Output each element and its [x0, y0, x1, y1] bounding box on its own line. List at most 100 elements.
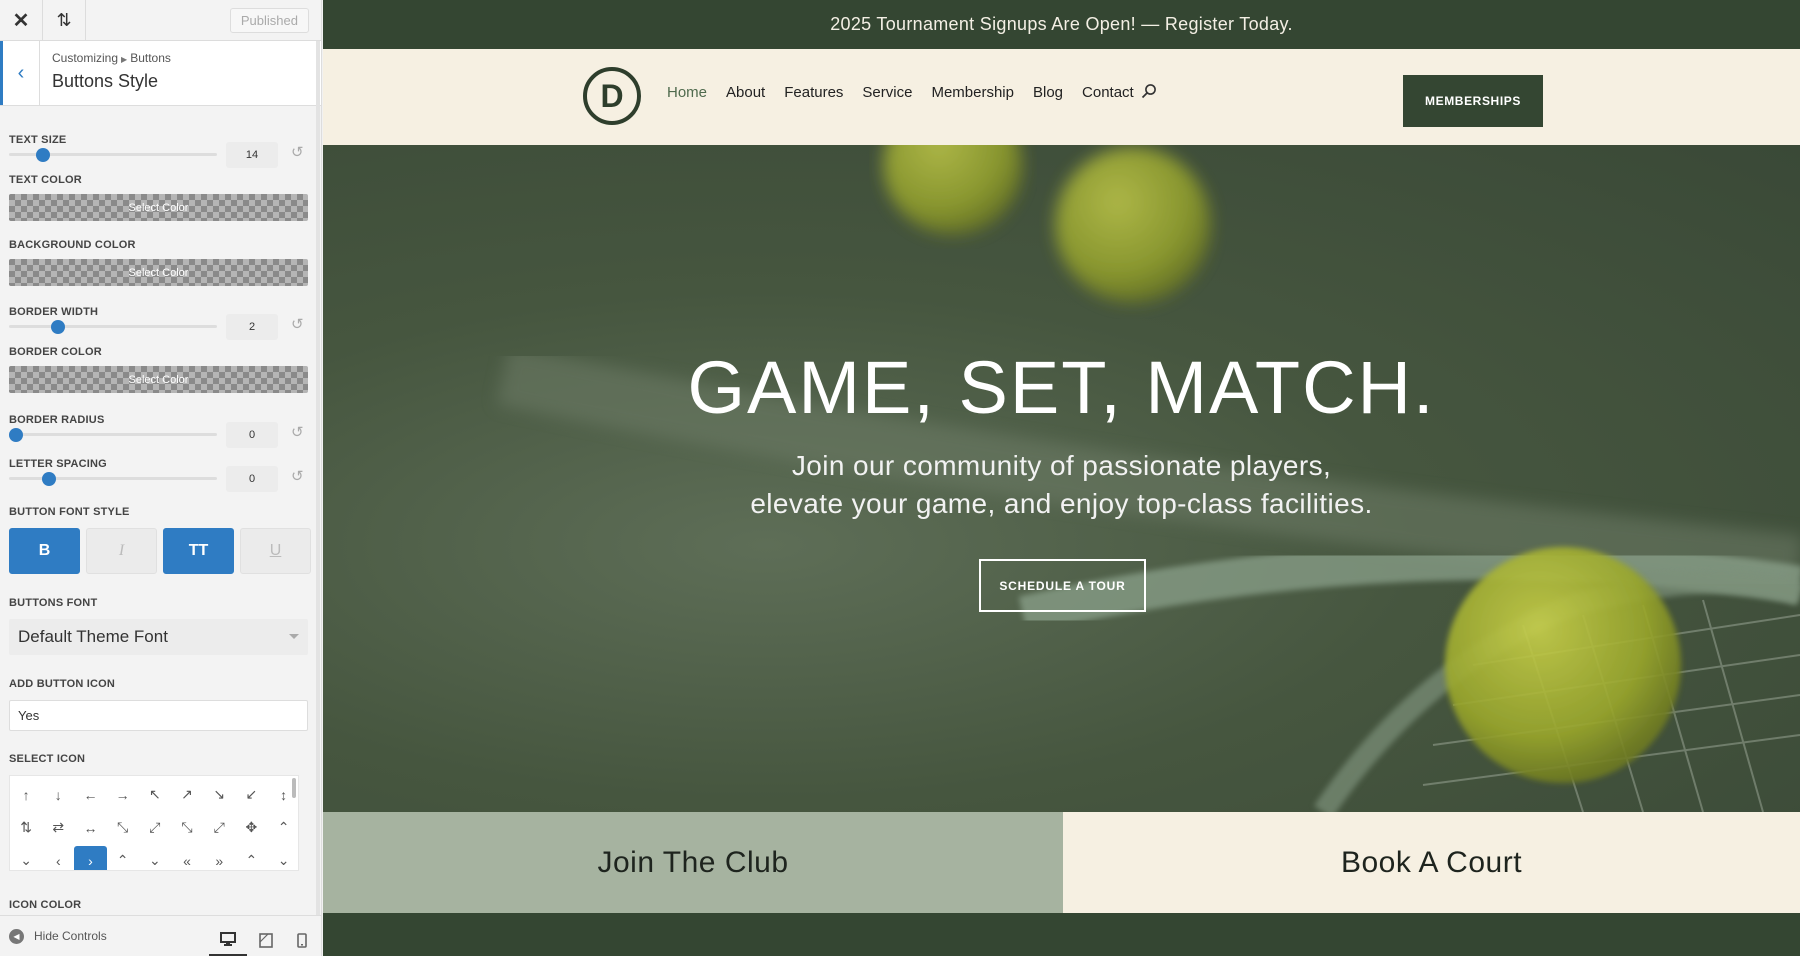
- add-icon-label: Add Button Icon: [9, 678, 116, 690]
- add-icon-select[interactable]: Yes: [9, 700, 308, 731]
- reset-icon[interactable]: ↺: [291, 315, 304, 333]
- breadcrumb: Customizing ▶ Buttons: [52, 51, 171, 65]
- icon-option[interactable]: «: [171, 844, 203, 870]
- footer-strip: [323, 913, 1800, 956]
- font-style-buttons: B I TT U: [9, 528, 312, 574]
- icon-option[interactable]: ↑: [10, 778, 42, 811]
- icon-option[interactable]: ⤢: [139, 811, 171, 844]
- bottom-bar: ◀ Hide Controls: [0, 915, 321, 956]
- icon-cells: ↑ ↓ ← → ↖ ↗ ↘ ↙ ↕ ⇅ ⇄ ↔ ⤡ ⤢ ⤡ ⤢ ✥ ⌃ ⌄ ‹ › ⌃ ⌄ «» ⌃ ⌄: [10, 776, 299, 870]
- icon-option-selected[interactable]: ›: [74, 846, 107, 870]
- nav-link-service[interactable]: Service: [862, 84, 912, 101]
- icon-option[interactable]: ↔: [74, 811, 106, 844]
- icon-option[interactable]: ✥: [235, 811, 267, 844]
- icon-option[interactable]: ‹: [42, 844, 74, 870]
- border-width-input[interactable]: 2: [226, 314, 278, 340]
- text-size-label: Text Size: [9, 134, 67, 146]
- border-width-slider[interactable]: [9, 320, 217, 334]
- icon-option[interactable]: ↙: [235, 778, 267, 811]
- slider-thumb[interactable]: [36, 148, 51, 162]
- slider-thumb[interactable]: [42, 472, 57, 486]
- tablet-icon: [259, 933, 273, 948]
- back-button[interactable]: ‹: [0, 41, 40, 105]
- bold-toggle[interactable]: B: [9, 528, 80, 574]
- nav-link-blog[interactable]: Blog: [1033, 84, 1063, 101]
- italic-toggle[interactable]: I: [86, 528, 157, 574]
- book-court-cta[interactable]: Book A Court: [1063, 812, 1800, 913]
- sort-button[interactable]: ⇅: [43, 0, 86, 41]
- icon-grid-scrollbar[interactable]: [292, 778, 296, 798]
- close-icon: ✕: [12, 9, 30, 32]
- sort-arrows-icon: ⇅: [56, 9, 72, 30]
- text-color-control: Text Color Select Color: [9, 174, 312, 221]
- icon-option[interactable]: ⌄: [139, 844, 171, 870]
- close-button[interactable]: ✕: [0, 0, 43, 41]
- icon-option[interactable]: ⤡: [171, 811, 203, 844]
- desktop-icon: [220, 932, 236, 946]
- section-title: Buttons Style: [52, 71, 159, 91]
- buttons-font-label: Buttons Font: [9, 597, 98, 609]
- search-icon: [1141, 84, 1156, 99]
- text-size-slider[interactable]: [9, 148, 217, 162]
- select-icon-label: Select Icon: [9, 753, 86, 765]
- tablet-preview-button[interactable]: [247, 924, 285, 956]
- schedule-tour-button[interactable]: SCHEDULE A TOUR: [979, 559, 1146, 612]
- icon-option[interactable]: ⌃: [107, 844, 139, 870]
- desktop-preview-button[interactable]: [209, 924, 247, 956]
- nav-link-about[interactable]: About: [726, 84, 765, 101]
- slider-thumb[interactable]: [50, 320, 65, 334]
- underline-toggle[interactable]: U: [240, 528, 311, 574]
- main-nav: Home About Features Service Membership B…: [667, 84, 1134, 101]
- hero-section: GAME, SET, MATCH. Join our community of …: [323, 145, 1800, 812]
- published-button[interactable]: Published: [229, 8, 309, 33]
- breadcrumb-item: Buttons: [130, 51, 171, 65]
- join-club-cta[interactable]: Join The Club: [323, 812, 1063, 913]
- nav-link-contact[interactable]: Contact: [1082, 84, 1134, 101]
- site-header: D Home About Features Service Membership…: [323, 49, 1800, 145]
- hero-subtitle-line: Join our community of passionate players…: [791, 450, 1332, 481]
- mobile-icon: [297, 933, 307, 948]
- memberships-button[interactable]: MEMBERSHIPS: [1403, 75, 1543, 127]
- icon-option[interactable]: ↖: [139, 778, 171, 811]
- letter-spacing-input[interactable]: 0: [226, 466, 278, 492]
- letter-spacing-slider[interactable]: [9, 472, 217, 486]
- reset-icon[interactable]: ↺: [291, 467, 304, 485]
- letter-spacing-label: Letter Spacing: [9, 458, 107, 470]
- nav-link-membership[interactable]: Membership: [931, 84, 1014, 101]
- caret-right-icon: ▶: [121, 55, 128, 64]
- icon-option[interactable]: ⌄: [10, 844, 42, 870]
- hide-controls-button[interactable]: Hide Controls: [34, 929, 107, 943]
- icon-option[interactable]: »: [203, 844, 235, 870]
- buttons-font-select[interactable]: Default Theme Font: [9, 619, 308, 655]
- text-color-picker[interactable]: Select Color: [9, 194, 308, 221]
- sidebar-scrollbar[interactable]: [316, 41, 320, 921]
- icon-option[interactable]: →: [107, 778, 139, 811]
- icon-option[interactable]: ↘: [203, 778, 235, 811]
- nav-link-home[interactable]: Home: [667, 84, 707, 101]
- hide-controls-icon[interactable]: ◀: [9, 928, 24, 944]
- search-button[interactable]: [1141, 83, 1157, 104]
- icon-option[interactable]: ⌃: [235, 844, 267, 870]
- icon-option[interactable]: ⇅: [10, 811, 42, 844]
- icon-option[interactable]: ⤡: [107, 811, 139, 844]
- icon-option[interactable]: ⤢: [203, 811, 235, 844]
- icon-option[interactable]: ⌄: [268, 844, 299, 870]
- chevron-left-icon: ‹: [17, 61, 25, 84]
- select-icon-control: Select Icon ↑ ↓ ← → ↖ ↗ ↘ ↙ ↕ ⇅ ⇄ ↔ ⤡ ⤢ ⤡ ⤢ ✥ ⌃ ⌄ ‹ › ⌃ ⌄ «» ⌃ ⌄: [9, 749, 312, 871]
- site-logo[interactable]: D: [583, 67, 641, 125]
- icon-option[interactable]: ↗: [171, 778, 203, 811]
- icon-option[interactable]: ←: [74, 778, 106, 811]
- icon-option[interactable]: ⌃: [268, 811, 299, 844]
- icon-option[interactable]: ⇄: [42, 811, 74, 844]
- nav-link-features[interactable]: Features: [784, 84, 843, 101]
- section-header: ‹ Customizing ▶ Buttons Buttons Style: [0, 41, 321, 106]
- mobile-preview-button[interactable]: [283, 924, 321, 956]
- text-size-input[interactable]: 14: [226, 142, 278, 168]
- uppercase-toggle[interactable]: TT: [163, 528, 234, 574]
- customizer-sidebar: ✕ ⇅ Published ‹ Customizing ▶ Buttons Butt…: [0, 0, 322, 956]
- hero-subtitle-line: elevate your game, and enjoy top-class f…: [750, 488, 1373, 519]
- reset-icon[interactable]: ↺: [291, 143, 304, 161]
- icon-option[interactable]: ↓: [42, 778, 74, 811]
- icon-color-label: Icon Color: [9, 899, 82, 911]
- customizer-topbar: ✕ ⇅ Published: [0, 0, 321, 41]
